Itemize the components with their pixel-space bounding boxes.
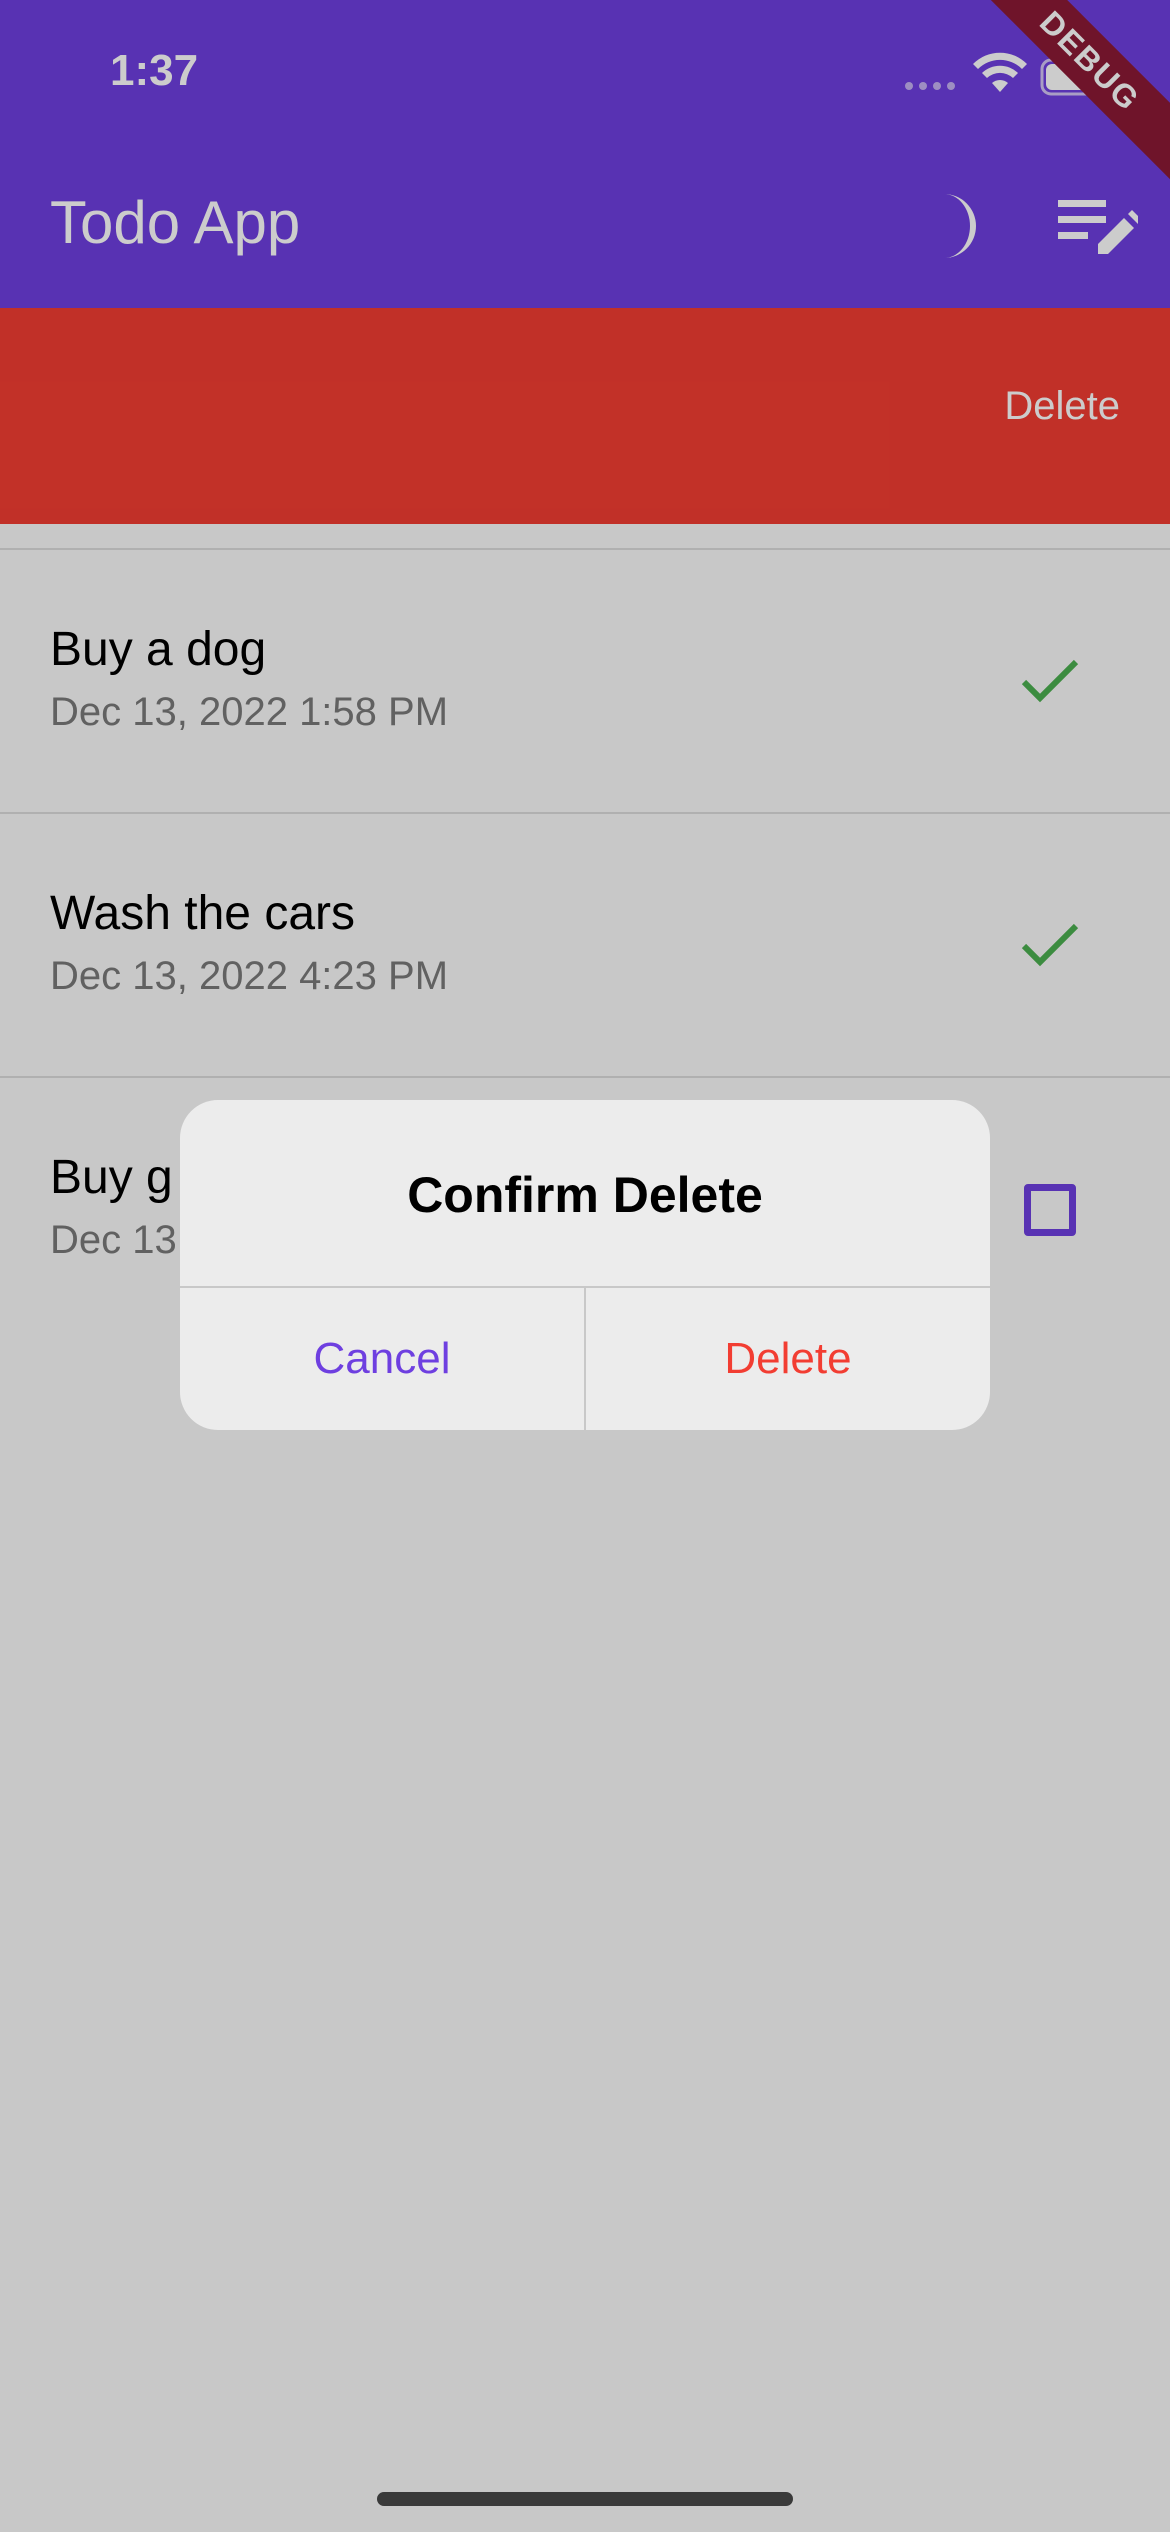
delete-button[interactable]: Delete [586, 1288, 990, 1430]
confirm-delete-dialog: Confirm Delete Cancel Delete [180, 1100, 990, 1430]
todo-screen: 1:37 DEBUG Todo App Delete Buy a dog Dec… [0, 0, 1170, 2532]
dialog-title: Confirm Delete [407, 1167, 763, 1223]
cancel-button[interactable]: Cancel [180, 1288, 584, 1430]
home-indicator[interactable] [377, 2492, 793, 2506]
